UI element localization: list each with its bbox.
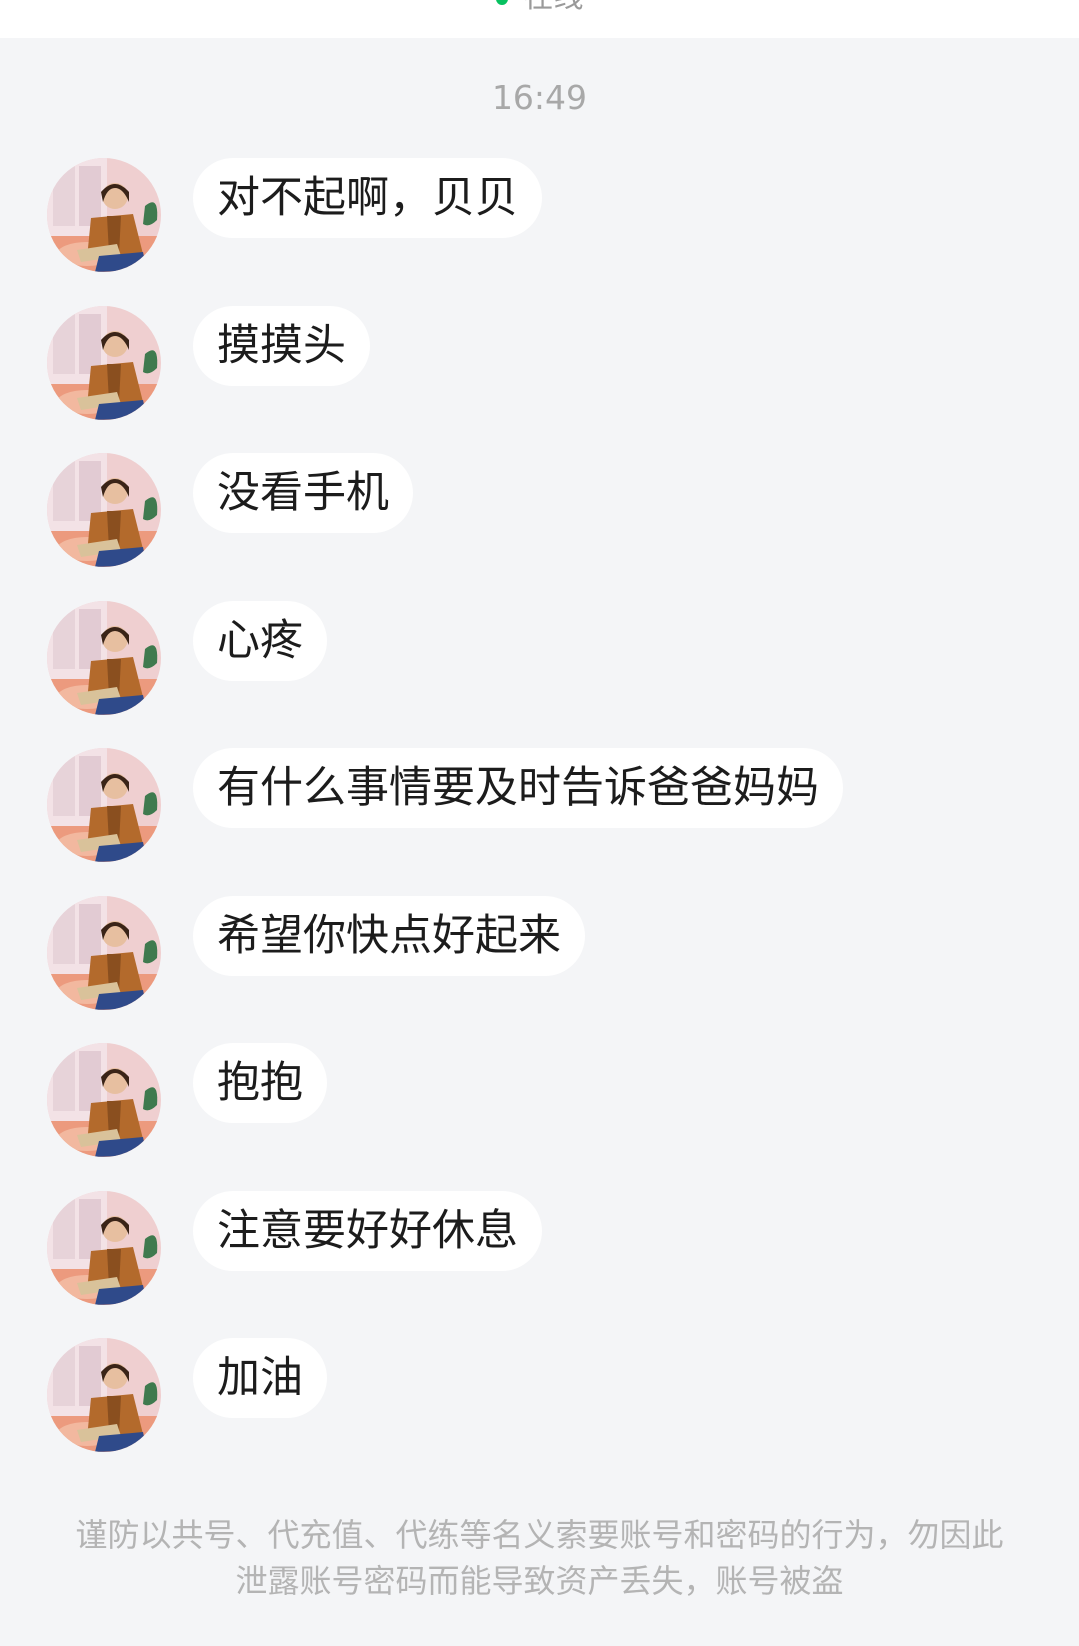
message-row: 希望你快点好起来 <box>0 896 1079 1016</box>
sender-avatar[interactable] <box>47 1191 161 1305</box>
message-row: 对不起啊，贝贝 <box>0 158 1079 278</box>
sender-avatar[interactable] <box>47 453 161 567</box>
message-row: 没看手机 <box>0 453 1079 573</box>
message-row: 摸摸头 <box>0 306 1079 426</box>
sender-avatar[interactable] <box>47 748 161 862</box>
message-bubble[interactable]: 抱抱 <box>193 1043 327 1123</box>
message-row: 心疼 <box>0 601 1079 721</box>
message-bubble[interactable]: 对不起啊，贝贝 <box>193 158 542 238</box>
message-bubble[interactable]: 没看手机 <box>193 453 413 533</box>
online-status: 在线 <box>0 0 1079 18</box>
online-status-label: 在线 <box>524 0 584 15</box>
online-dot-icon <box>495 0 508 5</box>
message-timestamp: 16:49 <box>491 78 588 117</box>
message-bubble[interactable]: 希望你快点好起来 <box>193 896 585 976</box>
message-row: 有什么事情要及时告诉爸爸妈妈 <box>0 748 1079 868</box>
sender-avatar[interactable] <box>47 1338 161 1452</box>
sender-avatar[interactable] <box>47 158 161 272</box>
message-row: 抱抱 <box>0 1043 1079 1163</box>
sender-avatar[interactable] <box>47 306 161 420</box>
message-bubble[interactable]: 心疼 <box>193 601 327 681</box>
message-row: 注意要好好休息 <box>0 1191 1079 1311</box>
sender-avatar[interactable] <box>47 1043 161 1157</box>
chat-header: 在线 <box>0 0 1079 38</box>
sender-avatar[interactable] <box>47 896 161 1010</box>
message-bubble[interactable]: 注意要好好休息 <box>193 1191 542 1271</box>
sender-avatar[interactable] <box>47 601 161 715</box>
security-notice: 谨防以共号、代充值、代练等名义索要账号和密码的行为，勿因此泄露账号密码而能导致资… <box>75 1516 1004 1600</box>
message-row: 加油 <box>0 1338 1079 1458</box>
message-bubble[interactable]: 有什么事情要及时告诉爸爸妈妈 <box>193 748 843 828</box>
message-bubble[interactable]: 加油 <box>193 1338 327 1418</box>
message-bubble[interactable]: 摸摸头 <box>193 306 370 386</box>
